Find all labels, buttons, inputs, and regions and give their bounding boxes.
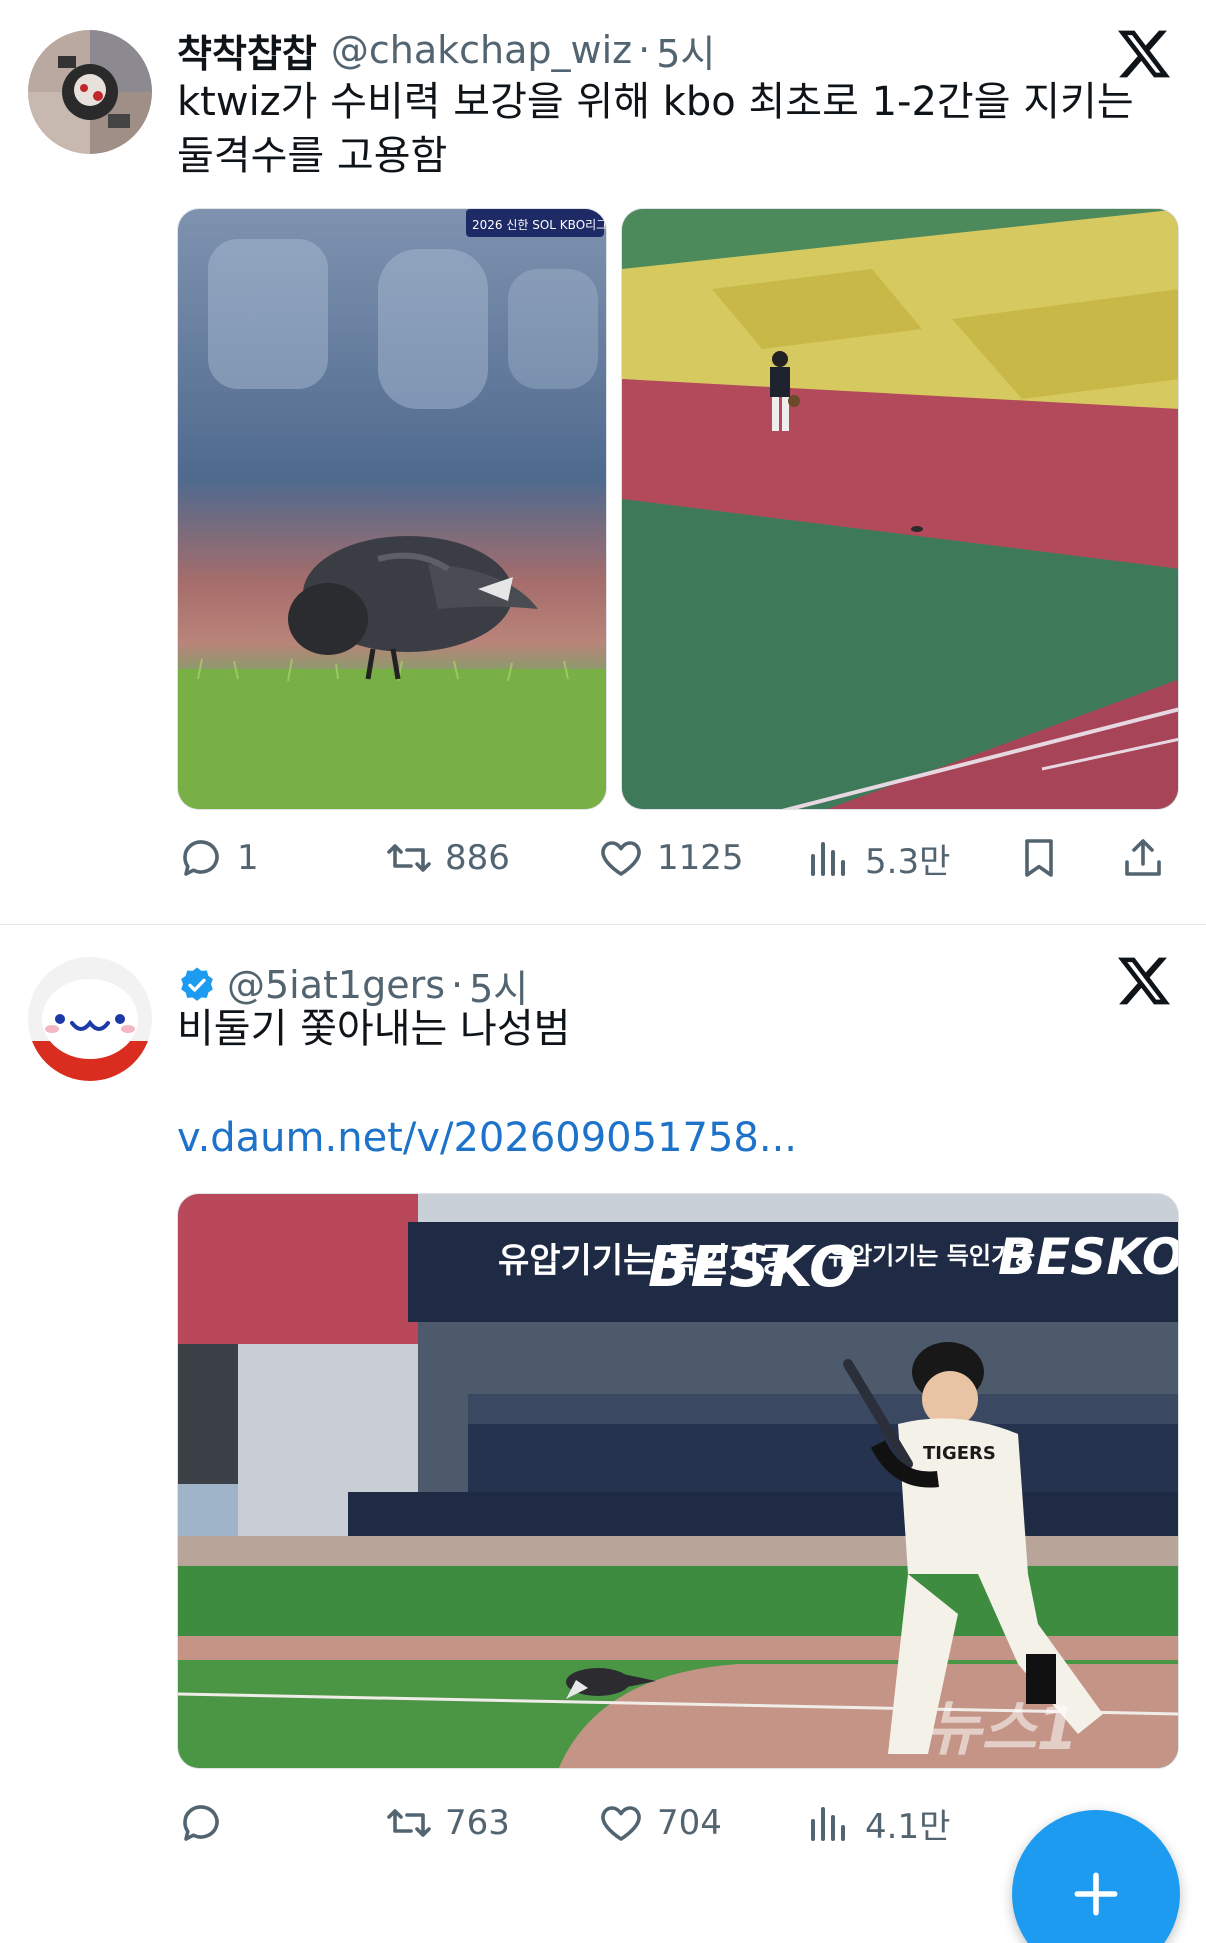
- tweet-2[interactable]: @5iat1gers · 5시 비둘기 쫓아내는 나성범 v.daum.net/…: [0, 925, 1206, 1943]
- like-icon: [601, 841, 641, 876]
- avatar-mascot-image: [28, 957, 152, 1081]
- jersey-text: TIGERS: [923, 1443, 996, 1464]
- display-name[interactable]: 챡착챱찹: [177, 23, 317, 78]
- banner-text: BESKO: [998, 1228, 1179, 1286]
- batter-photo: 유압기기는 득인기공 BESKO 유압기기는 득인기공 BESKO TIGERS…: [178, 1194, 1179, 1768]
- tweet-photo-infield[interactable]: [621, 208, 1179, 810]
- tweet-link[interactable]: v.daum.net/v/202609051758...: [177, 1115, 797, 1161]
- retweet-button[interactable]: 763: [385, 1791, 510, 1855]
- watermark: 뉴스1: [926, 1694, 1078, 1764]
- retweet-count: 886: [445, 838, 510, 878]
- tweet-photo-batter[interactable]: 유압기기는 득인기공 BESKO 유압기기는 득인기공 BESKO TIGERS…: [177, 1193, 1179, 1769]
- share-button[interactable]: [1119, 826, 1167, 890]
- x-logo-icon[interactable]: [1118, 955, 1170, 1007]
- views-button[interactable]: 5.3만: [805, 826, 950, 890]
- like-button[interactable]: 1125: [597, 826, 744, 890]
- compose-plus-icon: [1074, 1872, 1118, 1916]
- like-count: 1125: [657, 838, 744, 878]
- pigeon-photo: 2026 신한 SOL KBO리그: [178, 209, 607, 809]
- separator: ·: [638, 28, 651, 72]
- broadcast-badge: 2026 신한 SOL KBO리그: [472, 218, 607, 232]
- views-button[interactable]: 4.1만: [805, 1791, 950, 1855]
- avatar[interactable]: [28, 30, 152, 154]
- reply-button[interactable]: 1: [177, 826, 259, 890]
- avatar[interactable]: [28, 957, 152, 1081]
- retweet-count: 763: [445, 1803, 510, 1843]
- handle[interactable]: @5iat1gers: [227, 963, 445, 1007]
- avatar-collage-image: [28, 30, 152, 154]
- separator: ·: [451, 963, 464, 1007]
- bookmark-icon: [1025, 839, 1053, 877]
- tweet-text: 비둘기 쫓아내는 나성범: [177, 1006, 571, 1052]
- tweet-photo-pigeon[interactable]: 2026 신한 SOL KBO리그: [177, 208, 607, 810]
- timestamp[interactable]: 5시: [656, 23, 715, 78]
- views-icon: [811, 1807, 845, 1841]
- tweet-text: ktwiz가 수비력 보강을 위해 kbo 최초로 1-2간을 지키는 둘격수를…: [177, 79, 1134, 179]
- tweet-1[interactable]: 챡착챱찹 @chakchap_wiz · 5시 ktwiz가 수비력 보강을 위…: [0, 0, 1206, 924]
- reply-button[interactable]: [177, 1791, 237, 1855]
- retweet-icon: [387, 1809, 431, 1837]
- like-button[interactable]: 704: [597, 1791, 722, 1855]
- like-icon: [601, 1806, 641, 1841]
- views-icon: [811, 842, 845, 876]
- tweet-header: 챡착챱찹 @chakchap_wiz · 5시: [177, 20, 715, 80]
- view-count: 5.3만: [865, 841, 951, 882]
- reply-count: 1: [237, 838, 259, 878]
- infield-photo: [622, 209, 1178, 809]
- bookmark-button[interactable]: [1015, 826, 1063, 890]
- banner-text: BESKO: [648, 1235, 857, 1300]
- tweet-actions: 1 886 1125 5.3만: [177, 826, 1187, 890]
- reply-icon: [183, 840, 219, 876]
- handle[interactable]: @chakchap_wiz: [331, 28, 632, 72]
- reply-icon: [183, 1805, 219, 1841]
- x-logo-icon[interactable]: [1118, 28, 1170, 80]
- view-count: 4.1만: [865, 1806, 951, 1847]
- share-icon: [1125, 839, 1161, 876]
- verified-icon: [181, 967, 213, 1001]
- retweet-button[interactable]: 886: [385, 826, 510, 890]
- like-count: 704: [657, 1803, 722, 1843]
- retweet-icon: [387, 844, 431, 872]
